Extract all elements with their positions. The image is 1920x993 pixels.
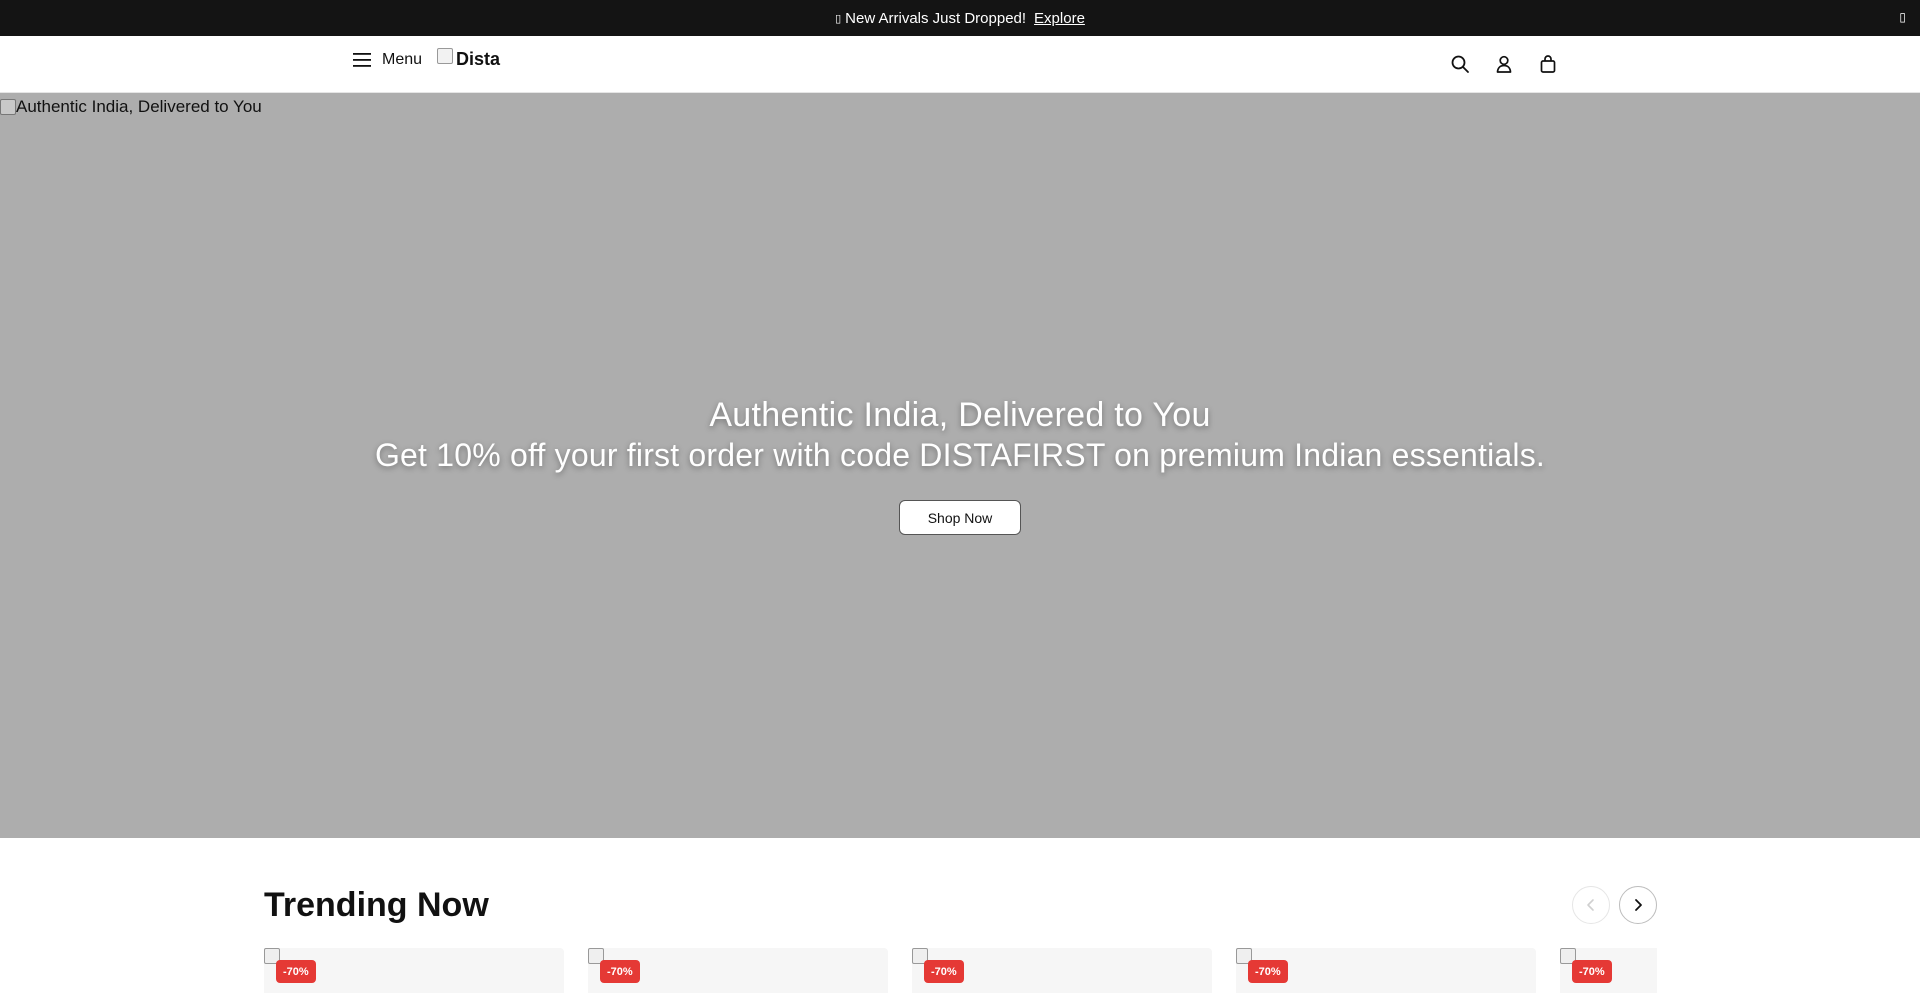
chevron-left-icon xyxy=(1587,899,1594,911)
carousel-prev-button[interactable] xyxy=(1572,886,1610,924)
discount-badge: -70% xyxy=(1248,960,1288,983)
hero-banner: Authentic India, Delivered to You Authen… xyxy=(0,93,1920,838)
product-card[interactable]: -70% xyxy=(264,948,564,993)
hero-image-alt: Authentic India, Delivered to You xyxy=(0,97,262,117)
product-card[interactable]: -70% xyxy=(912,948,1212,993)
section-title: Trending Now xyxy=(264,886,489,924)
account-icon[interactable] xyxy=(1494,54,1514,74)
announcement-glyph: ▯ xyxy=(835,12,842,25)
hamburger-icon xyxy=(353,53,371,67)
shop-now-button[interactable]: Shop Now xyxy=(899,500,1021,535)
logo-alt-text: Dista xyxy=(456,49,501,69)
product-card[interactable]: -70% xyxy=(1236,948,1536,993)
trending-section: Trending Now -70% -70% -70% -70% -70% xyxy=(0,838,1920,993)
announcement-text: New Arrivals Just Dropped! xyxy=(845,9,1027,27)
discount-badge: -70% xyxy=(1572,960,1612,983)
discount-badge: -70% xyxy=(276,960,316,983)
discount-badge: -70% xyxy=(600,960,640,983)
chevron-right-icon xyxy=(1635,899,1642,911)
search-icon[interactable] xyxy=(1450,54,1470,74)
site-header: Menu Dista xyxy=(0,36,1920,93)
header-actions xyxy=(1450,54,1558,74)
explore-link[interactable]: Explore xyxy=(1034,10,1085,27)
logo[interactable]: Dista xyxy=(437,47,501,70)
hero-title: Authentic India, Delivered to You xyxy=(709,396,1211,434)
product-card[interactable]: -70% xyxy=(1560,948,1657,993)
hero-text: Authentic India, Delivered to You Get 10… xyxy=(0,395,1920,475)
carousel-next-button[interactable] xyxy=(1619,886,1657,924)
close-icon[interactable]: ▯ xyxy=(1899,10,1906,24)
product-card[interactable]: -70% xyxy=(588,948,888,993)
broken-image-icon xyxy=(0,99,16,115)
hero-image-alt-text: Authentic India, Delivered to You xyxy=(16,97,262,116)
cart-icon[interactable] xyxy=(1538,54,1558,74)
hero-subtitle: Get 10% off your first order with code D… xyxy=(374,437,1546,473)
product-carousel: -70% -70% -70% -70% -70% xyxy=(264,948,1657,993)
discount-badge: -70% xyxy=(924,960,964,983)
broken-image-icon xyxy=(437,47,453,64)
menu-button[interactable]: Menu xyxy=(352,51,422,69)
announcement-bar: ▯ New Arrivals Just Dropped! Explore ▯ xyxy=(0,0,1920,36)
menu-label: Menu xyxy=(382,51,423,68)
